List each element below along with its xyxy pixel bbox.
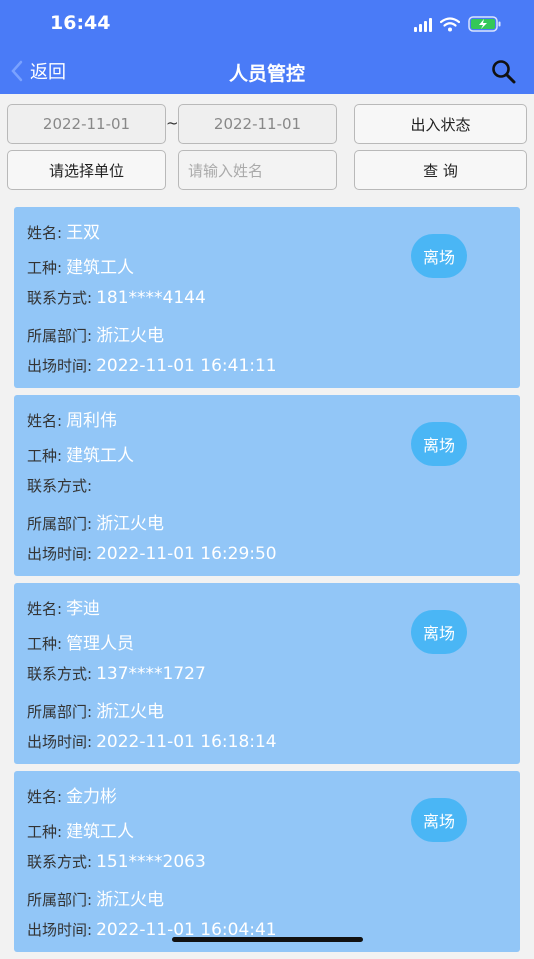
status-badge[interactable]: 离场 [411,798,467,842]
department-label: 所属部门: [27,327,93,345]
status-time: 16:44 [50,12,111,34]
name-search-input[interactable]: 请输入姓名 [178,150,337,190]
person-job: 管理人员 [66,634,135,654]
unit-select[interactable]: 请选择单位 [7,150,166,190]
person-department: 浙江火电 [96,326,165,346]
exit-time-label: 出场时间: [27,733,93,751]
personnel-card[interactable]: 姓名: 王双 工种: 建筑工人 联系方式: 181****4144 所属部门: 浙江火电… [14,207,520,388]
back-label: 返回 [30,62,66,83]
search-icon [492,60,516,84]
person-name: 李迪 [66,599,101,619]
contact-label: 联系方式: [27,853,93,871]
person-name: 王双 [66,223,101,243]
status-filter-button[interactable]: 出入状态 [354,104,527,144]
job-label: 工种: [27,259,63,277]
chevron-left-icon [11,60,23,82]
name-label: 姓名: [27,788,63,806]
query-button[interactable]: 查 询 [354,150,527,190]
person-job: 建筑工人 [66,258,135,278]
person-contact: 181****4144 [96,288,206,308]
status-badge[interactable]: 离场 [411,234,467,278]
exit-time-label: 出场时间: [27,545,93,563]
contact-label: 联系方式: [27,665,93,683]
department-label: 所属部门: [27,515,93,533]
person-name: 金力彬 [66,787,118,807]
exit-time-label: 出场时间: [27,357,93,375]
personnel-list: 姓名: 王双 工种: 建筑工人 联系方式: 181****4144 所属部门: 浙江火电… [14,207,520,959]
app-header: 16:44 返回 人员管控 [0,0,534,94]
contact-label: 联系方式: [27,289,93,307]
date-separator: ~ [166,114,179,132]
personnel-card[interactable]: 姓名: 周利伟 工种: 建筑工人 联系方式: 所属部门: 浙江火电 出场时间: 2022… [14,395,520,576]
status-icons [414,16,502,32]
personnel-card[interactable]: 姓名: 金力彬 工种: 建筑工人 联系方式: 151****2063 所属部门: 浙江火… [14,771,520,952]
battery-charging-icon [468,16,502,32]
start-date-picker[interactable]: 2022-11-01 [7,104,166,144]
person-exit-time: 2022-11-01 16:41:11 [96,356,277,376]
personnel-card[interactable]: 姓名: 李迪 工种: 管理人员 联系方式: 137****1727 所属部门: 浙江火电… [14,583,520,764]
job-label: 工种: [27,823,63,841]
department-label: 所属部门: [27,891,93,909]
home-indicator[interactable] [172,937,363,942]
name-label: 姓名: [27,600,63,618]
job-label: 工种: [27,447,63,465]
back-button[interactable]: 返回 [10,58,66,84]
person-contact: 137****1727 [96,664,206,684]
search-button[interactable] [490,58,518,86]
person-department: 浙江火电 [96,890,165,910]
end-date-picker[interactable]: 2022-11-01 [178,104,337,144]
status-badge[interactable]: 离场 [411,422,467,466]
exit-time-label: 出场时间: [27,921,93,939]
person-department: 浙江火电 [96,702,165,722]
page-title: 人员管控 [228,63,305,85]
name-label: 姓名: [27,224,63,242]
person-department: 浙江火电 [96,514,165,534]
filter-panel: 2022-11-01 ~ 2022-11-01 出入状态 请选择单位 请输入姓名… [0,94,534,200]
job-label: 工种: [27,635,63,653]
signal-icon [414,18,432,32]
person-name: 周利伟 [66,411,118,431]
person-job: 建筑工人 [66,822,135,842]
person-exit-time: 2022-11-01 16:18:14 [96,732,277,752]
department-label: 所属部门: [27,703,93,721]
wifi-icon [440,17,460,32]
contact-label: 联系方式: [27,477,93,495]
person-job: 建筑工人 [66,446,135,466]
person-contact: 151****2063 [96,852,206,872]
person-exit-time: 2022-11-01 16:29:50 [96,544,277,564]
status-badge[interactable]: 离场 [411,610,467,654]
name-label: 姓名: [27,412,63,430]
